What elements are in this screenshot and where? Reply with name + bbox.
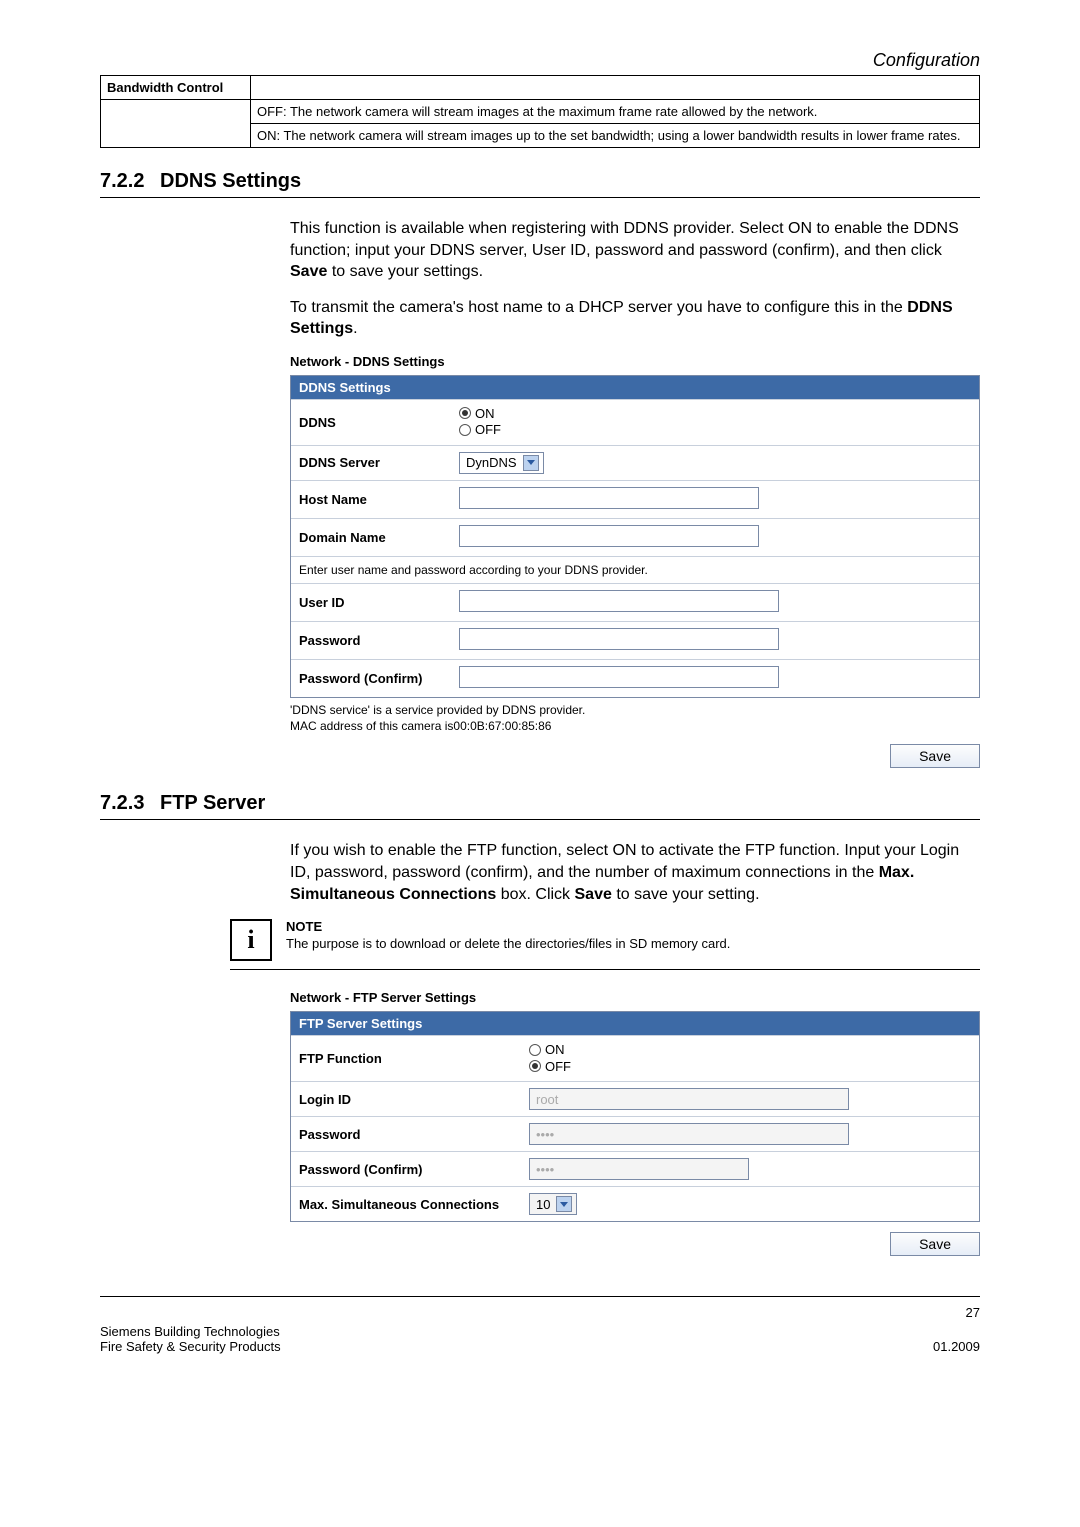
section-title: FTP Server [160,792,265,815]
page-category: Configuration [100,50,980,71]
domain-label: Domain Name [299,530,459,545]
footer-company: Siemens Building Technologies [100,1324,280,1339]
bandwidth-label: Bandwidth Control [101,76,251,100]
section-heading-ddns: 7.2.2 DDNS Settings [100,170,980,198]
userid-input[interactable] [459,590,779,612]
ftp-save-button[interactable]: Save [890,1232,980,1256]
section-number: 7.2.3 [100,792,160,815]
footer-division: Fire Safety & Security Products [100,1339,281,1354]
bandwidth-control-table: Bandwidth Control OFF: The network camer… [100,75,980,148]
max-connections-value: 10 [536,1197,550,1212]
radio-dot-icon [529,1060,541,1072]
userid-label: User ID [299,595,459,610]
chevron-down-icon [523,455,539,471]
ftp-password-confirm-label: Password (Confirm) [299,1162,529,1177]
ddns-server-value: DynDNS [466,455,517,470]
ddns-label: DDNS [299,415,459,430]
info-icon: i [230,919,272,961]
bandwidth-on-text: ON: The network camera will stream image… [251,124,980,148]
ddns-on-radio[interactable]: ON [459,406,495,421]
ddns-p1a: This function is available when register… [290,220,959,259]
ftp-password-label: Password [299,1127,529,1142]
login-id-value: root [530,1092,564,1107]
ddns-hint: Enter user name and password according t… [291,556,979,583]
password-confirm-label: Password (Confirm) [299,671,459,686]
ftp-password-confirm-value: •••• [530,1162,560,1177]
password-input[interactable] [459,628,779,650]
password-confirm-input[interactable] [459,666,779,688]
ftp-password-value: •••• [530,1127,560,1142]
ddns-server-label: DDNS Server [299,455,459,470]
ddns-p2c: . [353,320,357,337]
section-heading-ftp: 7.2.3 FTP Server [100,792,980,820]
ftp-pa: If you wish to enable the FTP function, … [290,842,959,881]
login-id-label: Login ID [299,1092,529,1107]
ddns-p2a: To transmit the camera's host name to a … [290,299,907,316]
ddns-body: This function is available when register… [290,218,980,340]
ftp-off-label: OFF [545,1059,571,1074]
bandwidth-spacer [101,100,251,148]
ftp-body: If you wish to enable the FTP function, … [290,840,980,905]
radio-dot-icon [459,424,471,436]
note-label: NOTE [286,919,730,934]
radio-dot-icon [459,407,471,419]
max-connections-select[interactable]: 10 [529,1193,577,1215]
page-number: 27 [100,1305,980,1320]
ftp-pc: box. Click [496,886,574,903]
ftp-on-label: ON [545,1042,565,1057]
ftp-panel: FTP Server Settings FTP Function ON OFF … [290,1011,980,1222]
ddns-panel-header: DDNS Settings [291,376,979,399]
note-text: The purpose is to download or delete the… [286,936,730,951]
ftp-panel-header: FTP Server Settings [291,1012,979,1035]
ftp-function-label: FTP Function [299,1051,529,1066]
ddns-p1c: to save your settings. [327,263,483,280]
section-title: DDNS Settings [160,170,301,193]
chevron-down-icon [556,1196,572,1212]
hostname-label: Host Name [299,492,459,507]
hostname-input[interactable] [459,487,759,509]
ftp-pd: Save [575,886,612,903]
ddns-footnote-1: 'DDNS service' is a service provided by … [290,702,980,718]
domain-input[interactable] [459,525,759,547]
ddns-panel: DDNS Settings DDNS ON OFF DDNS Server Dy… [290,375,980,698]
note-block: i NOTE The purpose is to download or del… [230,919,980,970]
ftp-panel-title: Network - FTP Server Settings [290,990,980,1005]
bandwidth-empty-cell [251,76,980,100]
max-connections-label: Max. Simultaneous Connections [299,1197,529,1212]
ftp-off-radio[interactable]: OFF [529,1059,571,1074]
ftp-password-confirm-input[interactable]: •••• [529,1158,749,1180]
ddns-off-radio[interactable]: OFF [459,422,501,437]
login-id-input[interactable]: root [529,1088,849,1110]
bandwidth-off-text: OFF: The network camera will stream imag… [251,100,980,124]
ddns-panel-title: Network - DDNS Settings [290,354,980,369]
ddns-save-button[interactable]: Save [890,744,980,768]
section-number: 7.2.2 [100,170,160,193]
footer-date: 01.2009 [933,1339,980,1354]
ddns-footnote-2: MAC address of this camera is00:0B:67:00… [290,718,980,734]
ddns-p1b: Save [290,263,327,280]
password-label: Password [299,633,459,648]
ftp-password-input[interactable]: •••• [529,1123,849,1145]
ddns-off-label: OFF [475,422,501,437]
page-footer: 27 Siemens Building Technologies Fire Sa… [100,1296,980,1354]
ddns-footnotes: 'DDNS service' is a service provided by … [290,702,980,734]
radio-dot-icon [529,1044,541,1056]
ftp-pe: to save your setting. [612,886,760,903]
ftp-on-radio[interactable]: ON [529,1042,565,1057]
ddns-server-select[interactable]: DynDNS [459,452,544,474]
ddns-on-label: ON [475,406,495,421]
